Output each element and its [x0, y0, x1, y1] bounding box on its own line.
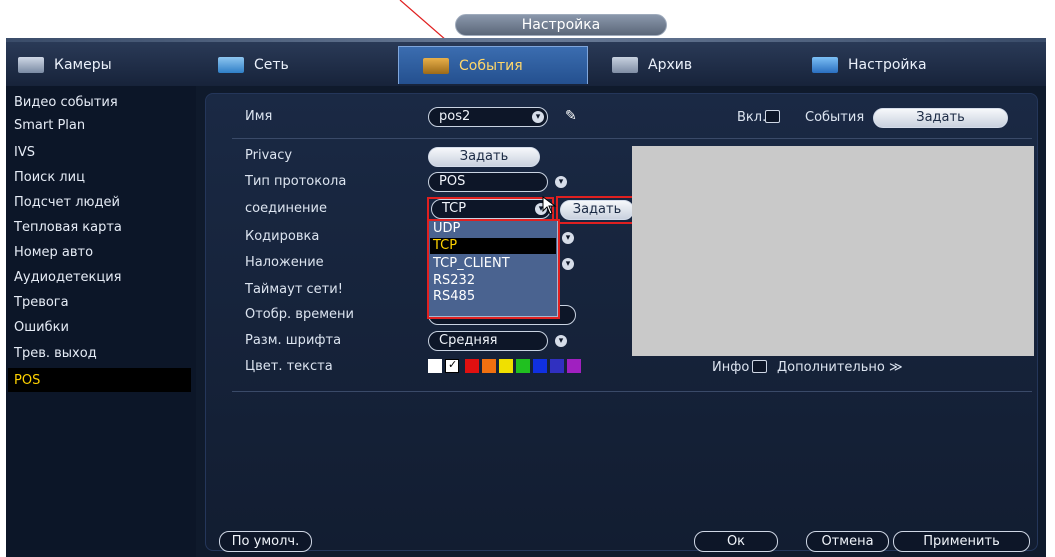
default-button[interactable]: По умолч. — [219, 531, 312, 552]
sidebar-item-errors[interactable]: Ошибки — [8, 315, 192, 340]
sidebar-item-pos[interactable]: POS — [8, 368, 191, 392]
tab-settings[interactable]: Настройка — [812, 46, 1002, 84]
ok-button[interactable]: Ок — [694, 531, 778, 552]
overlay-label: Наложение — [245, 255, 324, 270]
archive-icon — [612, 57, 638, 73]
chevron-down-icon[interactable]: ▾ — [562, 258, 574, 270]
display-time-label: Отобр. времени — [245, 307, 354, 322]
network-icon — [218, 57, 244, 73]
font-size-label: Разм. шрифта — [245, 333, 342, 348]
sidebar-item-plate-number[interactable]: Номер авто — [8, 240, 192, 265]
tab-label: События — [459, 57, 523, 74]
enable-checkbox[interactable] — [765, 110, 780, 123]
timeout-label: Таймаут сети! — [245, 282, 343, 297]
cancel-button[interactable]: Отмена — [806, 531, 889, 552]
connection-value: TCP — [442, 201, 467, 216]
text-color-label: Цвет. текста — [245, 359, 333, 374]
enable-label: Вкл. — [737, 110, 767, 125]
protocol-label: Тип протокола — [245, 174, 347, 189]
chevron-down-icon[interactable]: ▾ — [532, 111, 544, 123]
name-label: Имя — [245, 109, 273, 124]
highlight-box-dropdown — [427, 219, 560, 319]
divider — [232, 138, 1032, 139]
edit-pencil-icon[interactable]: ✎ — [565, 108, 577, 124]
privacy-label: Privacy — [245, 148, 293, 163]
font-size-select[interactable]: Средняя — [428, 331, 548, 351]
preview-area — [632, 146, 1034, 356]
sidebar-item-ivs[interactable]: IVS — [8, 140, 192, 165]
info-label: Инфо — [712, 360, 750, 375]
protocol-select[interactable]: POS — [428, 172, 548, 192]
protocol-value: POS — [439, 174, 466, 189]
events-label: События — [805, 110, 865, 125]
color-swatch-indigo[interactable] — [550, 359, 564, 373]
camera-icon — [18, 57, 44, 73]
connection-select[interactable]: TCP — [431, 199, 551, 219]
tab-label: Сеть — [254, 57, 289, 73]
chevron-down-icon[interactable]: ▾ — [555, 335, 567, 347]
sidebar-item-alarm[interactable]: Тревога — [8, 290, 192, 315]
sidebar-item-people-counting[interactable]: Подсчет людей — [8, 190, 192, 215]
color-swatch-yellow[interactable] — [499, 359, 513, 373]
encoding-label: Кодировка — [245, 229, 320, 244]
tab-network[interactable]: Сеть — [218, 46, 388, 84]
connection-set-button[interactable]: Задать — [560, 200, 634, 220]
color-swatch-purple[interactable] — [567, 359, 581, 373]
sidebar-item-heat-map[interactable]: Тепловая карта — [8, 215, 192, 240]
check-icon: ✓ — [448, 358, 458, 371]
sidebar-item-audio-detection[interactable]: Аудиодетекция — [8, 265, 192, 290]
info-checkbox[interactable] — [752, 360, 767, 373]
tab-events[interactable]: События — [398, 46, 588, 84]
apply-button[interactable]: Применить — [893, 531, 1030, 552]
divider — [232, 391, 1032, 392]
tab-archive[interactable]: Архив — [612, 46, 782, 84]
name-value: pos2 — [439, 109, 471, 124]
chevron-down-icon[interactable]: ▾ — [562, 232, 574, 244]
chevron-down-icon[interactable]: ▾ — [555, 176, 567, 188]
tab-label: Камеры — [54, 57, 112, 73]
color-swatch-white-checked[interactable]: ✓ — [445, 358, 459, 373]
tab-label: Настройка — [848, 57, 927, 73]
events-icon — [423, 57, 449, 74]
sidebar-item-face-search[interactable]: Поиск лиц — [8, 165, 192, 190]
name-select[interactable]: pos2 — [428, 107, 548, 127]
privacy-set-button[interactable]: Задать — [428, 147, 540, 167]
color-swatch-red[interactable] — [465, 359, 479, 373]
tab-cameras[interactable]: Камеры — [18, 46, 193, 84]
mouse-cursor-icon — [542, 196, 557, 215]
sidebar-item-alarm-out[interactable]: Трев. выход — [8, 341, 192, 366]
events-set-button[interactable]: Задать — [873, 108, 1008, 128]
color-swatch-orange[interactable] — [482, 359, 496, 373]
settings-icon — [812, 57, 838, 73]
color-swatch-white[interactable] — [428, 359, 442, 373]
tab-label: Архив — [648, 57, 693, 73]
sidebar-item-video-events[interactable]: Видео события — [8, 90, 192, 115]
font-size-value: Средняя — [439, 333, 498, 348]
connection-label: соединение — [245, 201, 327, 216]
sidebar-item-smart-plan[interactable]: Smart Plan — [8, 113, 192, 138]
more-link[interactable]: Дополнительно ≫ — [777, 360, 903, 375]
color-swatch-blue[interactable] — [533, 359, 547, 373]
color-swatch-green[interactable] — [516, 359, 530, 373]
